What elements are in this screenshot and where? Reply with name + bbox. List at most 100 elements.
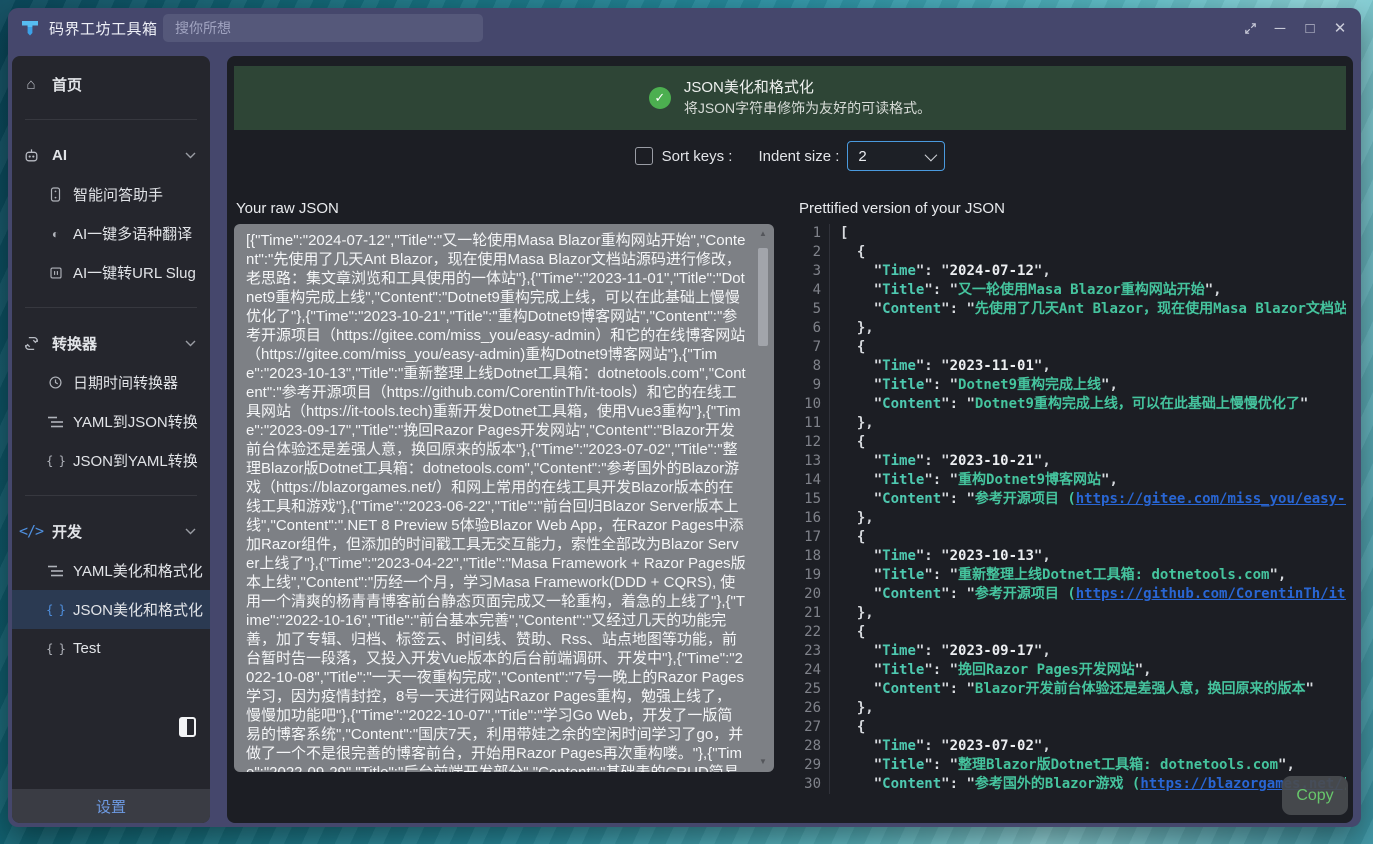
main-content: ✓ JSON美化和格式化 将JSON字符串修饰为友好的可读格式。 Sort ke…: [227, 56, 1353, 823]
sidebar-item-json-to-yaml[interactable]: { }JSON到YAML转换: [12, 441, 210, 480]
phone-icon: [48, 187, 63, 202]
indent-size-value: 2: [858, 148, 866, 165]
sidebar-item-test[interactable]: { }Test: [12, 629, 210, 668]
json-line-content: },: [840, 414, 1346, 433]
collapse-sidebar-button[interactable]: [179, 717, 196, 737]
json-line: 25 "Content": "Blazor开发前台体验还是差强人意，换回原来的版…: [797, 680, 1346, 699]
tool-header-banner: ✓ JSON美化和格式化 将JSON字符串修饰为友好的可读格式。: [234, 66, 1346, 130]
sidebar-item-label: AI一键转URL Slug: [73, 262, 196, 283]
json-line: 10 "Content": "Dotnet9重构完成上线，可以在此基础上慢慢优化…: [797, 395, 1346, 414]
home-icon: ⌂: [22, 76, 40, 93]
line-number: 15: [797, 490, 830, 509]
sort-keys-label: Sort keys :: [662, 148, 733, 165]
options-bar: Sort keys : Indent size : 2: [227, 140, 1353, 172]
search-input[interactable]: [163, 14, 483, 42]
scroll-up-icon[interactable]: ▲: [756, 228, 770, 240]
raw-json-textarea[interactable]: [{"Time":"2024-07-12","Title":"又一轮使用Masa…: [234, 224, 774, 772]
code-icon: </>: [22, 522, 40, 540]
json-line-content: "Title": "又一轮使用Masa Blazor重构网站开始",: [840, 281, 1346, 300]
pretty-json-label: Prettified version of your JSON: [799, 200, 1346, 218]
json-line-content: "Time": "2023-11-01",: [840, 357, 1346, 376]
json-line-content: "Title": "重新整理上线Dotnet工具箱: dotnetools.co…: [840, 566, 1346, 585]
json-line: 24 "Title": "挽回Razor Pages开发网站",: [797, 661, 1346, 680]
sidebar-item-dev-group[interactable]: </> 开发: [12, 511, 210, 551]
json-line-content: [: [840, 224, 1346, 243]
clock-icon: [48, 375, 63, 390]
json-line-content: },: [840, 699, 1346, 718]
json-line: 5 "Content": "先使用了几天Ant Blazor，现在使用Masa …: [797, 300, 1346, 319]
json-line: 27 {: [797, 718, 1346, 737]
sidebar-item-ai-translate[interactable]: ◐AI一键多语种翻译: [12, 214, 210, 253]
scroll-down-icon[interactable]: ▼: [756, 756, 770, 768]
line-number: 2: [797, 243, 830, 262]
banner-text: JSON美化和格式化 将JSON字符串修饰为友好的可读格式。: [684, 78, 931, 118]
json-line: 28 "Time": "2023-07-02",: [797, 737, 1346, 756]
json-line-content: {: [840, 338, 1346, 357]
json-line-content: "Content": "Dotnet9重构完成上线，可以在此基础上慢慢优化了": [840, 395, 1346, 414]
json-line: 2 {: [797, 243, 1346, 262]
sort-keys-checkbox[interactable]: [635, 147, 653, 165]
line-number: 7: [797, 338, 830, 357]
line-number: 5: [797, 300, 830, 319]
window-controls: ─ □ ✕: [1235, 8, 1355, 48]
line-number: 9: [797, 376, 830, 395]
line-number: 19: [797, 566, 830, 585]
sidebar-item-yaml-format[interactable]: YAML美化和格式化: [12, 551, 210, 590]
json-line-content: "Content": "参考国外的Blazor游戏 (https://blazo…: [840, 775, 1346, 794]
json-line: 19 "Title": "重新整理上线Dotnet工具箱: dotnetools…: [797, 566, 1346, 585]
json-line-content: "Time": "2024-07-12",: [840, 262, 1346, 281]
json-url-link[interactable]: https://github.com/CorentinTh/it-tools: [1076, 586, 1346, 602]
sidebar-item-label: AI: [52, 147, 67, 164]
sidebar: ⌂首页 AI 智能问答助手◐AI一键多语种翻译 AI一键转URL Slug 转换器日期时…: [12, 56, 210, 823]
json-line-content: },: [840, 319, 1346, 338]
json-line-content: "Content": "参考开源项目 (https://github.com/C…: [840, 585, 1346, 604]
copy-button[interactable]: Copy: [1282, 776, 1348, 815]
sidebar-item-ai-group[interactable]: AI: [12, 135, 210, 175]
braces-icon: { }: [48, 603, 63, 617]
sidebar-item-label: JSON到YAML转换: [73, 450, 198, 471]
maximize-button[interactable]: □: [1295, 8, 1325, 48]
sidebar-item-label: 开发: [52, 521, 82, 542]
line-number: 27: [797, 718, 830, 737]
json-url-link[interactable]: https://gitee.com/miss_you/easy-admin: [1076, 491, 1346, 507]
sidebar-item-home[interactable]: ⌂首页: [12, 64, 210, 104]
line-number: 10: [797, 395, 830, 414]
sidebar-item-label: 日期时间转换器: [73, 372, 178, 393]
line-number: 26: [797, 699, 830, 718]
json-line: 29 "Title": "整理Blazor版Dotnet工具箱: dotneto…: [797, 756, 1346, 775]
json-line-content: {: [840, 623, 1346, 642]
json-line: 12 {: [797, 433, 1346, 452]
json-line: 16 },: [797, 509, 1346, 528]
sidebar-item-converter-group[interactable]: 转换器: [12, 323, 210, 363]
json-line: 7 {: [797, 338, 1346, 357]
json-line: 21 },: [797, 604, 1346, 623]
chevron-down-icon: [185, 340, 196, 347]
line-number: 3: [797, 262, 830, 281]
sidebar-item-json-format[interactable]: { }JSON美化和格式化: [12, 590, 210, 629]
sidebar-item-ai-qa-assistant[interactable]: 智能问答助手: [12, 175, 210, 214]
minimize-button[interactable]: ─: [1265, 8, 1295, 48]
close-button[interactable]: ✕: [1325, 8, 1355, 48]
indent-size-select[interactable]: 2: [847, 141, 945, 171]
json-line: 9 "Title": "Dotnet9重构完成上线",: [797, 376, 1346, 395]
line-number: 18: [797, 547, 830, 566]
json-line-content: "Title": "挽回Razor Pages开发网站",: [840, 661, 1346, 680]
sidebar-divider: [25, 119, 197, 120]
line-number: 14: [797, 471, 830, 490]
expand-icon[interactable]: [1235, 8, 1265, 48]
pretty-json-panel: Prettified version of your JSON 1[2 {3 "…: [797, 200, 1346, 800]
titlebar: 码界工坊工具箱 ─ □ ✕: [8, 8, 1361, 48]
chevron-down-icon: [185, 152, 196, 159]
sidebar-item-datetime-converter[interactable]: 日期时间转换器: [12, 363, 210, 402]
json-line-content: "Time": "2023-10-21",: [840, 452, 1346, 471]
pretty-code: 1[2 {3 "Time": "2024-07-12",4 "Title": "…: [797, 224, 1346, 800]
json-line: 4 "Title": "又一轮使用Masa Blazor重构网站开始",: [797, 281, 1346, 300]
settings-button[interactable]: 设置: [12, 789, 210, 823]
scrollbar-thumb[interactable]: [758, 248, 768, 346]
chevron-down-icon: [925, 148, 938, 161]
json-line-content: "Time": "2023-07-02",: [840, 737, 1346, 756]
sidebar-item-yaml-to-json[interactable]: YAML到JSON转换: [12, 402, 210, 441]
sidebar-item-ai-url-slug[interactable]: AI一键转URL Slug: [12, 253, 210, 292]
json-line: 14 "Title": "重构Dotnet9博客网站",: [797, 471, 1346, 490]
json-line: 15 "Content": "参考开源项目 (https://gitee.com…: [797, 490, 1346, 509]
